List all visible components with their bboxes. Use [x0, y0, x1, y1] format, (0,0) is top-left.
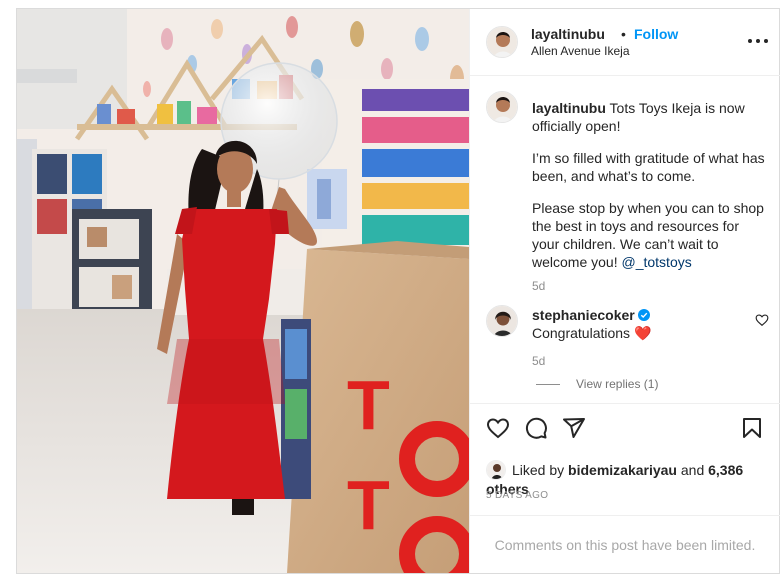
post-actions: Liked by bidemizakariyau and 6,386 other…	[470, 403, 780, 516]
comment-timestamp: 5d	[532, 354, 546, 368]
likes-prefix: Liked by	[512, 462, 565, 478]
post-caption: layaltinubu Tots Toys Ikeja is now offic…	[532, 99, 768, 295]
caption-author-avatar[interactable]	[486, 91, 518, 123]
save-bookmark-icon[interactable]	[740, 416, 764, 440]
post-date: 5 DAYS AGO	[486, 490, 549, 501]
caption-line-2: I’m so filled with gratitude of what has…	[532, 150, 765, 184]
header-separator: •	[621, 26, 626, 42]
post-side-panel: layaltinubu • Follow Allen Avenue Ikeja …	[469, 9, 780, 574]
liker-avatar[interactable]	[486, 460, 506, 480]
author-avatar[interactable]	[486, 26, 518, 58]
more-options-icon[interactable]	[748, 39, 768, 45]
like-heart-icon[interactable]	[486, 416, 510, 440]
comment-text: Congratulations	[532, 325, 631, 341]
caption-author[interactable]: layaltinubu	[532, 100, 606, 116]
post-header: layaltinubu • Follow Allen Avenue Ikeja	[470, 9, 780, 76]
commenter-username[interactable]: stephaniecoker	[532, 307, 635, 323]
comments-limited-notice: Comments on this post have been limited.	[470, 515, 780, 574]
post-photo[interactable]: T T	[17, 9, 469, 573]
commenter-avatar[interactable]	[486, 305, 518, 337]
view-replies-label: View replies (1)	[576, 377, 659, 391]
follow-button[interactable]: Follow	[634, 26, 678, 42]
author-username[interactable]: layaltinubu	[531, 26, 605, 42]
replies-divider-line	[536, 384, 560, 386]
share-paper-plane-icon[interactable]	[562, 416, 586, 440]
svg-text:T: T	[347, 466, 390, 544]
caption-timestamp: 5d	[532, 279, 546, 293]
liker-username[interactable]: bidemizakariyau	[568, 462, 677, 478]
caption-mention-link[interactable]: @_totstoys	[621, 254, 691, 270]
instagram-post: T T layaltinubu • Follow Allen Avenue Ik…	[16, 8, 780, 574]
store-opening-photo: T T	[17, 9, 469, 573]
like-comment-heart-icon[interactable]	[755, 313, 769, 327]
comment-bubble-icon[interactable]	[524, 416, 548, 440]
comment-heart-emoji: ❤️	[633, 325, 652, 341]
comment: stephaniecoker Congratulations ❤️ 5d	[532, 306, 752, 370]
likes-conj: and	[680, 462, 705, 478]
post-location[interactable]: Allen Avenue Ikeja	[531, 44, 630, 58]
view-replies-button[interactable]: View replies (1)	[536, 377, 658, 391]
verified-badge-icon	[637, 309, 650, 321]
store-sign-text: T	[347, 366, 390, 444]
